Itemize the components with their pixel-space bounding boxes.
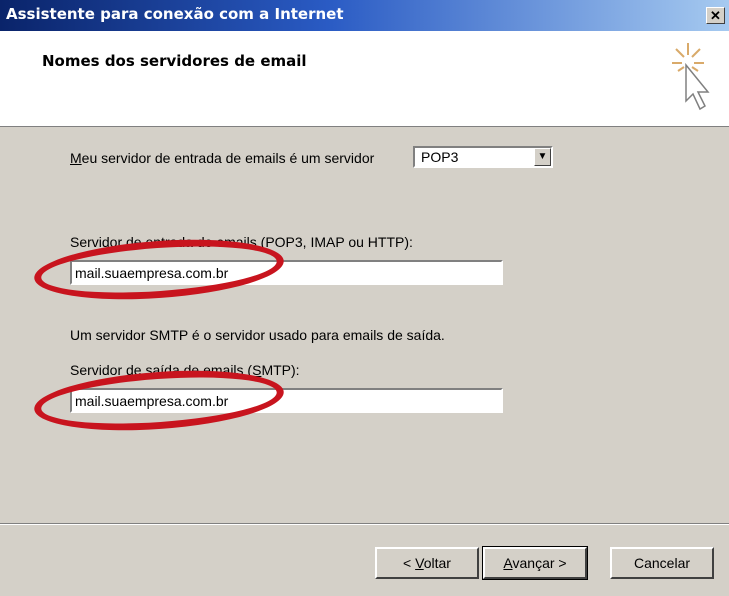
cancel-button[interactable]: Cancelar <box>610 547 714 579</box>
chevron-down-icon[interactable]: ▼ <box>534 148 551 166</box>
close-button[interactable]: ✕ <box>706 7 725 24</box>
server-type-label: Meu servidor de entrada de emails é um s… <box>70 150 375 166</box>
window-title: Assistente para conexão com a Internet <box>6 5 344 23</box>
close-icon: ✕ <box>710 8 721 23</box>
wizard-header: Nomes dos servidores de email <box>0 31 729 127</box>
wizard-cursor-icon <box>672 43 710 111</box>
back-button[interactable]: < Voltar <box>375 547 479 579</box>
server-type-value: POP3 <box>421 149 459 165</box>
page-title: Nomes dos servidores de email <box>42 52 307 70</box>
server-type-select[interactable]: POP3 ▼ <box>413 146 553 168</box>
next-button[interactable]: Avançar > <box>482 546 588 580</box>
smtp-info-text: Um servidor SMTP é o servidor usado para… <box>70 327 445 343</box>
title-bar: Assistente para conexão com a Internet ✕ <box>0 0 729 31</box>
footer-divider <box>0 523 729 525</box>
